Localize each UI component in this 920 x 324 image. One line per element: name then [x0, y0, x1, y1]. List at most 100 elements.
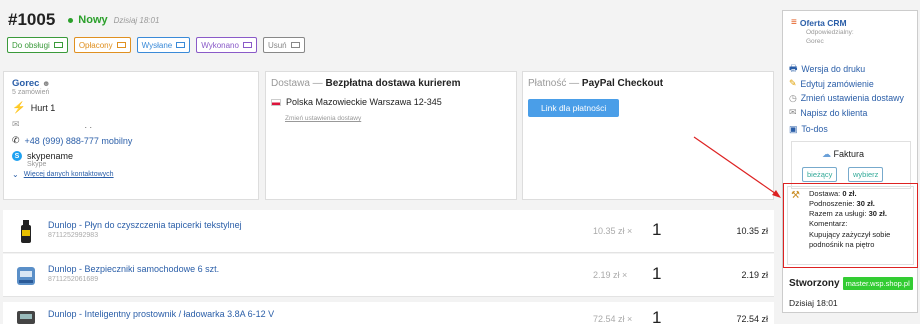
tag-wykonano[interactable]: Wykonano	[196, 37, 257, 53]
services-inner: ⚒ Dostawa: 0 zł. Podnoszenie: 30 zł. Raz…	[787, 186, 914, 265]
product-name[interactable]: Dunlop - Płyn do czyszczenia tapicerki t…	[48, 220, 242, 230]
tag-label: Usuń	[267, 40, 287, 50]
responsible-name: Gorec	[806, 38, 824, 45]
delivery-method: Bezpłatna dostawa kurierem	[325, 78, 461, 89]
envelope-icon	[176, 42, 186, 48]
action-label: Edytuj zamówienie	[800, 78, 874, 89]
customer-skype-row: Sskypename	[12, 151, 250, 161]
order-date: Dzisiaj 18:01	[113, 15, 160, 25]
customer-group-row: ⚡ Hurt 1	[12, 101, 250, 114]
product-total: 2.19 zł	[741, 270, 768, 280]
comment-label: Komentarz:	[809, 219, 848, 228]
responsible-label: Odpowiedzialny:	[806, 29, 854, 36]
envelope-icon: ✉	[789, 107, 797, 118]
customer-card: Gorec ☻ 5 zamówień ⚡ Hurt 1 ✉ . . ✆ +48 (99…	[3, 71, 259, 200]
product-price: 10.35 zł ×	[593, 226, 633, 236]
services-icon: ⚒	[791, 190, 800, 201]
invoice-choose-button[interactable]: wybierz	[848, 167, 884, 182]
product-price: 2.19 zł ×	[593, 270, 628, 280]
lift-fee-label: Podnoszenie:	[809, 199, 855, 208]
envelope-icon	[290, 42, 300, 48]
order-number: #1005	[8, 10, 56, 29]
services-total-value: 30 zł.	[868, 209, 887, 218]
product-quantity: 1	[652, 220, 662, 239]
tag-label: Wysłane	[141, 40, 173, 50]
action-delivery-settings[interactable]: ◷ Zmień ustawienia dostawy	[789, 91, 904, 106]
services-details: Dostawa: 0 zł. Podnoszenie: 30 zł. Razem…	[809, 189, 909, 250]
action-print[interactable]: 🖶 Wersja do druku	[789, 62, 904, 77]
offer-title[interactable]: ≡ Oferta CRM	[791, 17, 847, 28]
delivery-fee-value: 0 zł.	[842, 189, 857, 198]
invoice-title-text: Faktura	[833, 149, 865, 159]
offer-title-text: Oferta CRM	[799, 17, 847, 28]
created-label: Stworzony	[789, 278, 840, 289]
product-fuses-image	[17, 267, 35, 285]
product-code: 8711252061689	[48, 276, 99, 283]
customer-email[interactable]: . .	[85, 120, 93, 130]
delivery-title: Dostawa — Bezpłatna dostawa kurierem	[271, 78, 511, 89]
action-write-client[interactable]: ✉ Napisz do klienta	[789, 106, 904, 121]
tag-usun[interactable]: Usuń	[262, 37, 305, 53]
order-page: #1005 Nowy Dzisiaj 18:01 Do obsługi Opła…	[0, 0, 920, 324]
action-todos[interactable]: ▣ To-dos	[789, 122, 904, 137]
order-header: #1005 Nowy Dzisiaj 18:01	[8, 10, 159, 30]
product-row: Dunlop - Inteligentny prostownik / ładow…	[3, 302, 774, 324]
action-edit[interactable]: ✎ Edytuj zamówienie	[789, 77, 904, 92]
product-total: 72.54 zł	[736, 314, 768, 324]
envelope-icon	[116, 42, 126, 48]
tag-label: Do obsługi	[12, 40, 50, 50]
clock-icon: ◷	[789, 92, 797, 103]
customer-phone[interactable]: +48 (999) 888-777 mobilny	[25, 136, 133, 146]
lightning-icon: ⚡	[12, 102, 26, 114]
product-code: 8711252992983	[48, 232, 99, 239]
envelope-icon	[242, 42, 252, 48]
customer-group: Hurt 1	[30, 102, 56, 113]
chevron-down-icon: ⌄	[12, 170, 19, 179]
envelope-icon	[53, 42, 63, 48]
invoice-icon: ☁	[822, 149, 831, 159]
delivery-fee-label: Dostawa:	[809, 189, 841, 198]
invoice-title: ☁ Faktura	[822, 149, 864, 160]
order-status[interactable]: Nowy	[78, 14, 107, 26]
invoice-box: ☁ Faktura bieżący wybierz	[791, 141, 911, 189]
action-label: Zmień ustawienia dostawy	[800, 93, 904, 104]
customer-phone-row: ✆ +48 (999) 888-777 mobilny	[12, 135, 250, 146]
change-delivery-link[interactable]: Zmień ustawienia dostawy	[285, 115, 511, 122]
more-contacts-link[interactable]: Więcej danych kontaktowych	[24, 171, 114, 178]
product-name[interactable]: Dunlop - Inteligentny prostownik / ładow…	[48, 309, 274, 319]
product-quantity: 1	[652, 308, 662, 324]
created-by-badge[interactable]: master.wsp.shop.pl	[842, 277, 913, 290]
product-price: 72.54 zł ×	[593, 314, 633, 324]
phone-icon: ✆	[12, 135, 20, 145]
action-label: To-dos	[801, 124, 828, 135]
customer-skype[interactable]: skypename	[27, 151, 73, 161]
tag-label: Wykonano	[201, 40, 239, 50]
tag-do-obslugi[interactable]: Do obsługi	[7, 37, 68, 53]
payment-card: Płatność — PayPal Checkout Link dla płat…	[522, 71, 774, 200]
product-total: 10.35 zł	[736, 226, 768, 236]
lift-fee-value: 30 zł.	[856, 199, 875, 208]
payment-title: Płatność — PayPal Checkout	[528, 78, 768, 89]
services-box: ⚒ Dostawa: 0 zł. Podnoszenie: 30 zł. Raz…	[783, 183, 918, 268]
customer-orders: 5 zamówień	[12, 89, 50, 96]
printer-icon: 🖶	[789, 62, 798, 73]
invoice-current-button[interactable]: bieżący	[802, 167, 838, 182]
skype-icon: S	[12, 151, 22, 161]
order-sidebar: ≡ Oferta CRM Odpowiedzialny: Gorec 🖶 Wersj…	[782, 10, 918, 313]
created-row: Stworzony master.wsp.shop.pl	[789, 277, 913, 290]
product-row: Dunlop - Płyn do czyszczenia tapicerki t…	[3, 210, 774, 253]
skype-label: Skype	[27, 161, 47, 168]
tag-oplacony[interactable]: Opłacony	[73, 37, 131, 53]
tag-label: Opłacony	[78, 40, 113, 50]
customer-email-row: ✉ . .	[12, 119, 250, 130]
more-contacts-row: ⌄ Więcej danych kontaktowych	[12, 170, 250, 179]
delivery-address-row: Polska Mazowieckie Warszawa 12-345	[271, 97, 511, 107]
customer-name[interactable]: Gorec	[12, 78, 39, 89]
delivery-address: Polska Mazowieckie Warszawa 12-345	[286, 97, 442, 107]
tag-wyslane[interactable]: Wysłane	[136, 37, 191, 53]
action-label: Napisz do klienta	[800, 107, 868, 118]
delivery-title-prefix: Dostawa —	[271, 78, 323, 89]
payment-link-button[interactable]: Link dla płatności	[528, 99, 620, 117]
product-name[interactable]: Dunlop - Bezpieczniki samochodowe 6 szt.	[48, 264, 219, 274]
product-charger-image	[17, 311, 35, 324]
